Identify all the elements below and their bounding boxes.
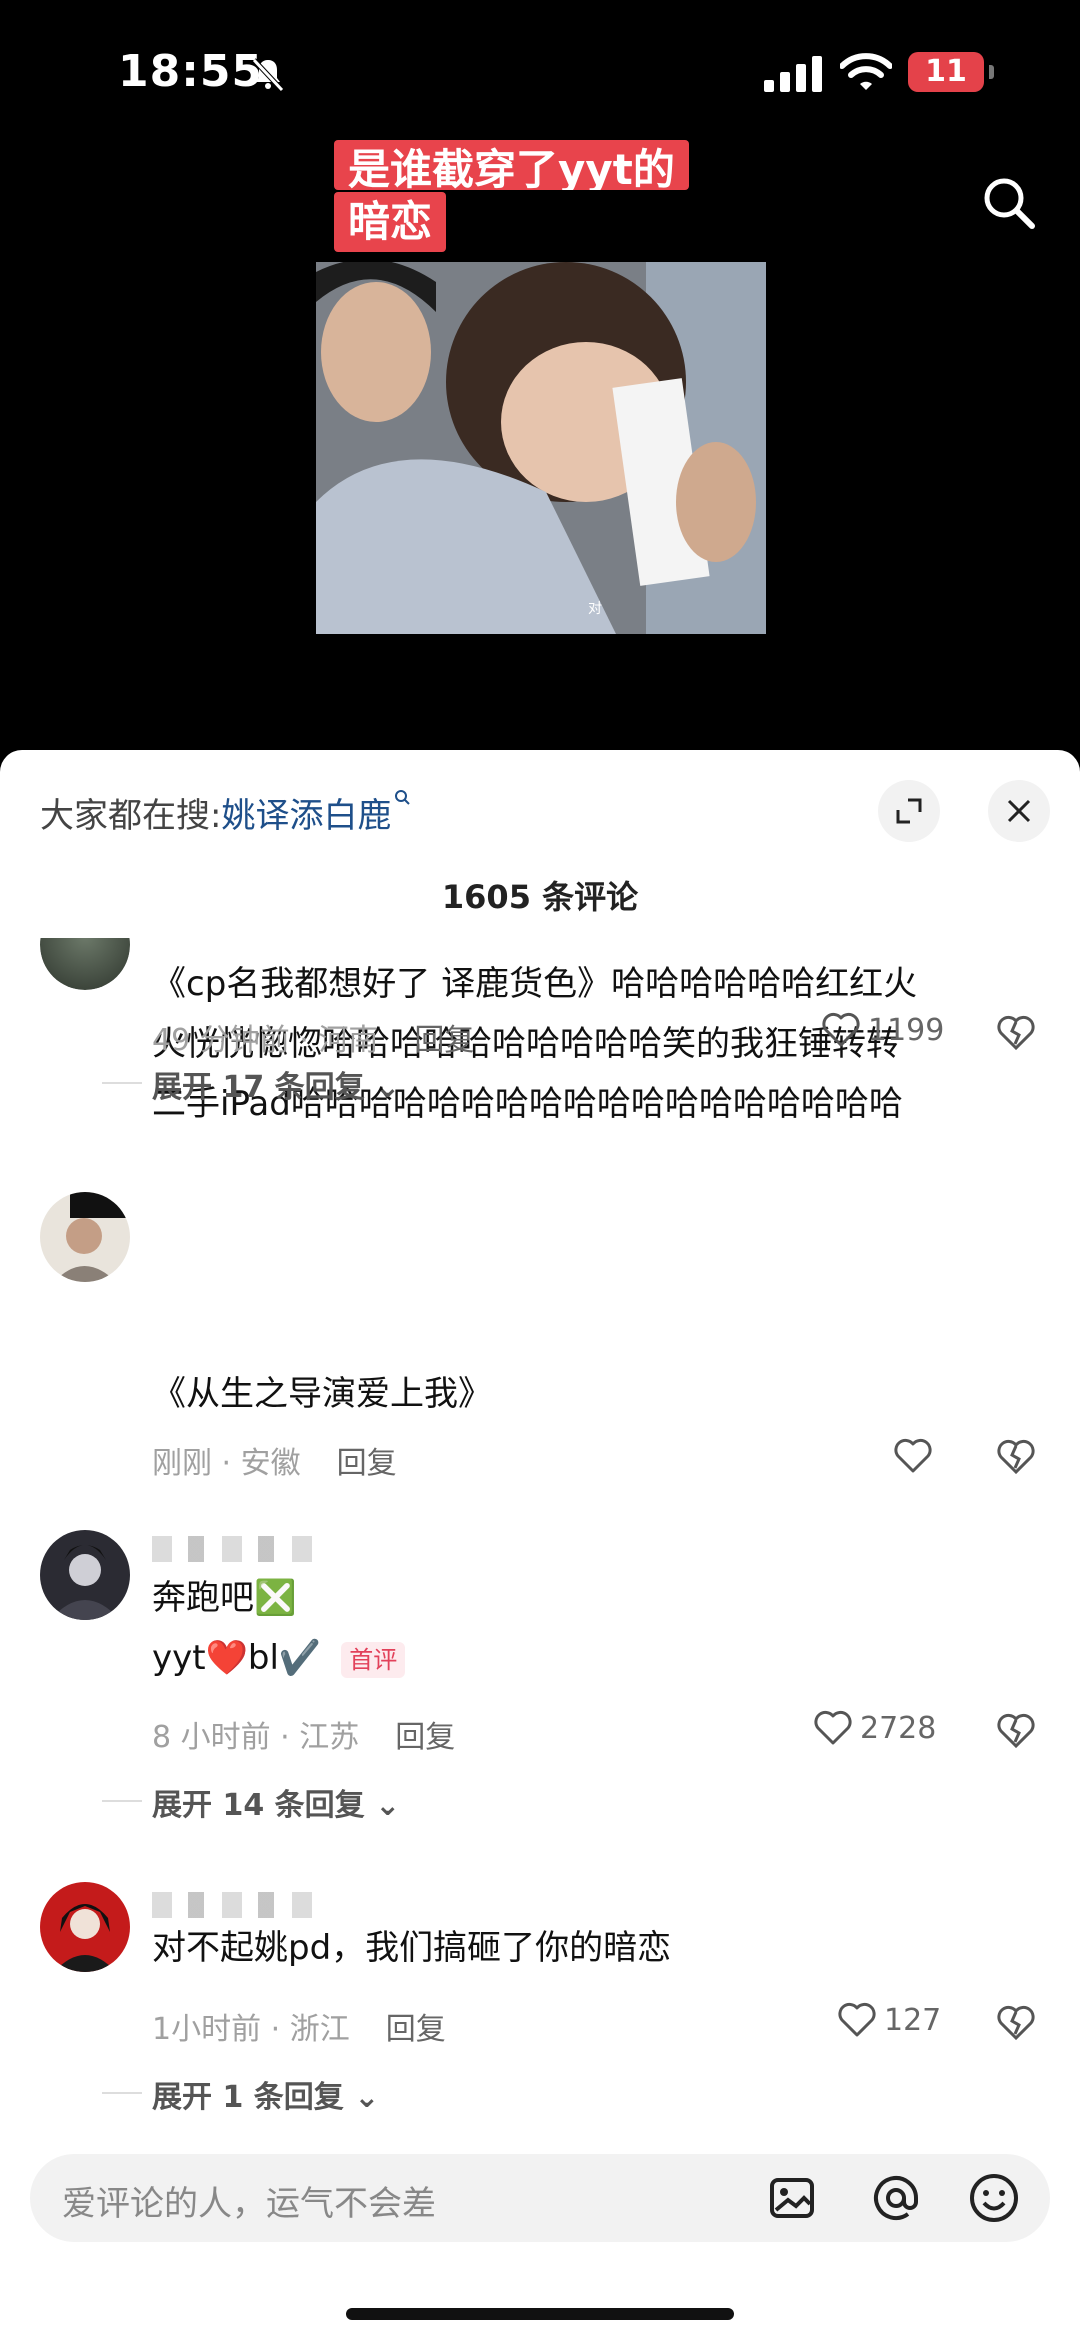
broken-heart-icon[interactable] bbox=[996, 2004, 1036, 2042]
emoji-icon[interactable] bbox=[966, 2170, 1022, 2226]
like-count: 127 bbox=[884, 2002, 942, 2038]
heart-icon bbox=[814, 1710, 852, 1745]
heart-icon bbox=[822, 1012, 860, 1047]
wifi-icon bbox=[840, 53, 892, 90]
reply-button[interactable]: 回复 bbox=[386, 2012, 446, 2047]
home-indicator bbox=[346, 2308, 734, 2320]
comment-time-location: 8 小时前 · 江苏 bbox=[152, 1720, 360, 1755]
expand-label: 展开 1 条回复 bbox=[152, 2080, 344, 2115]
reply-button[interactable]: 回复 bbox=[414, 1023, 474, 1058]
broken-heart-icon[interactable] bbox=[996, 1712, 1036, 1750]
like-button[interactable]: 1199 bbox=[822, 1012, 944, 1048]
comment-meta-row: 49 分钟前 · 河南 回复 bbox=[152, 1015, 474, 1059]
video-frame[interactable]: 对 bbox=[316, 262, 766, 634]
close-icon bbox=[1007, 799, 1031, 823]
expand-replies-button[interactable]: 展开 17 条回复 ⌄ bbox=[101, 1062, 401, 1106]
comment-line: 对不起姚pd，我们搞砸了你的暗恋 bbox=[152, 1928, 672, 1968]
comment-text: 《从生之导演爱上我》 bbox=[152, 1364, 492, 1424]
expand-replies-button[interactable]: 展开 1 条回复 ⌄ bbox=[101, 2072, 380, 2116]
battery-indicator: 11 bbox=[908, 52, 994, 92]
comment-time-location: 1小时前 · 浙江 bbox=[152, 2012, 350, 2047]
comment-count: 1605 条评论 bbox=[441, 878, 639, 916]
comment-meta-row: 1小时前 · 浙江 回复 bbox=[152, 2004, 446, 2048]
video-still-image bbox=[316, 262, 766, 634]
video-caption-line2: 暗恋 bbox=[334, 192, 447, 252]
chevron-down-icon: ⌄ bbox=[364, 1070, 401, 1105]
like-count: 1199 bbox=[868, 1012, 945, 1048]
heart-icon bbox=[838, 2002, 876, 2037]
comment-time-location: 49 分钟前 · 河南 bbox=[152, 1023, 379, 1058]
reply-button[interactable]: 回复 bbox=[395, 1720, 455, 1755]
avatar[interactable] bbox=[40, 1192, 130, 1282]
blurred-username bbox=[152, 1892, 322, 1918]
cellular-signal-icon bbox=[764, 56, 822, 92]
search-suggestion[interactable]: 大家都在搜:姚译添白鹿 bbox=[40, 788, 413, 837]
status-time: 18:55 bbox=[118, 46, 264, 97]
mute-bell-icon bbox=[252, 58, 284, 92]
avatar[interactable] bbox=[40, 1882, 130, 1972]
fullscreen-icon bbox=[896, 798, 922, 824]
comment-input[interactable]: 爱评论的人，运气不会差 bbox=[30, 2154, 1050, 2242]
search-icon[interactable] bbox=[982, 176, 1036, 230]
fullscreen-button[interactable] bbox=[878, 780, 940, 842]
suggestion-prefix: 大家都在搜: bbox=[40, 796, 222, 836]
small-search-icon bbox=[395, 790, 411, 805]
comment-line: 《从生之导演爱上我》 bbox=[152, 1374, 492, 1414]
comment-line-with-tag: yyt❤️bl✔️ 首评 bbox=[152, 1628, 406, 1688]
heart-icon[interactable] bbox=[894, 1438, 932, 1474]
first-comment-badge: 首评 bbox=[341, 1641, 406, 1678]
comment-line: 奔跑吧❎ bbox=[152, 1578, 297, 1618]
like-button[interactable]: 2728 bbox=[814, 1710, 936, 1746]
comment-text: 奔跑吧❎ yyt❤️bl✔️ 首评 bbox=[152, 1568, 406, 1688]
close-button[interactable] bbox=[988, 780, 1050, 842]
comment-sheet: 大家都在搜:姚译添白鹿 1605 条评论 《cp名我都想好了 译鹿货色》哈哈哈哈… bbox=[0, 750, 1080, 2342]
video-subtitle: 对 bbox=[588, 601, 602, 617]
comment-text: 对不起姚pd，我们搞砸了你的暗恋 bbox=[152, 1918, 671, 1978]
broken-heart-icon[interactable] bbox=[996, 1438, 1036, 1476]
video-caption-line1: 是谁截穿了yyt的 bbox=[334, 140, 689, 190]
at-mention-icon[interactable] bbox=[868, 2170, 924, 2226]
image-icon[interactable] bbox=[764, 2170, 820, 2226]
comment-time-location: 刚刚 · 安徽 bbox=[152, 1446, 301, 1481]
expand-replies-button[interactable]: 展开 14 条回复 ⌄ bbox=[101, 1780, 401, 1824]
status-bar: 18:55 11 bbox=[0, 0, 1080, 140]
chevron-down-icon: ⌄ bbox=[364, 1788, 401, 1823]
expand-label: 展开 17 条回复 bbox=[152, 1070, 365, 1105]
suggestion-keyword[interactable]: 姚译添白鹿 bbox=[221, 796, 391, 836]
chevron-down-icon: ⌄ bbox=[343, 2080, 380, 2115]
blurred-username bbox=[152, 1536, 312, 1562]
comment-meta-row: 刚刚 · 安徽 回复 bbox=[152, 1438, 397, 1482]
comment-line: 《cp名我都想好了 译鹿货色》哈哈哈哈哈哈红红火 bbox=[152, 964, 918, 1004]
comment-input-placeholder: 爱评论的人，运气不会差 bbox=[62, 2184, 436, 2224]
expand-label: 展开 14 条回复 bbox=[152, 1788, 365, 1823]
avatar[interactable] bbox=[40, 1530, 130, 1620]
comment-line: yyt❤️bl✔️ bbox=[152, 1638, 322, 1678]
comment-meta-row: 8 小时前 · 江苏 回复 bbox=[152, 1712, 455, 1756]
like-count: 2728 bbox=[860, 1710, 937, 1746]
broken-heart-icon[interactable] bbox=[996, 1014, 1036, 1052]
reply-button[interactable]: 回复 bbox=[337, 1446, 397, 1481]
avatar[interactable] bbox=[40, 938, 130, 990]
like-button[interactable]: 127 bbox=[838, 2002, 941, 2038]
